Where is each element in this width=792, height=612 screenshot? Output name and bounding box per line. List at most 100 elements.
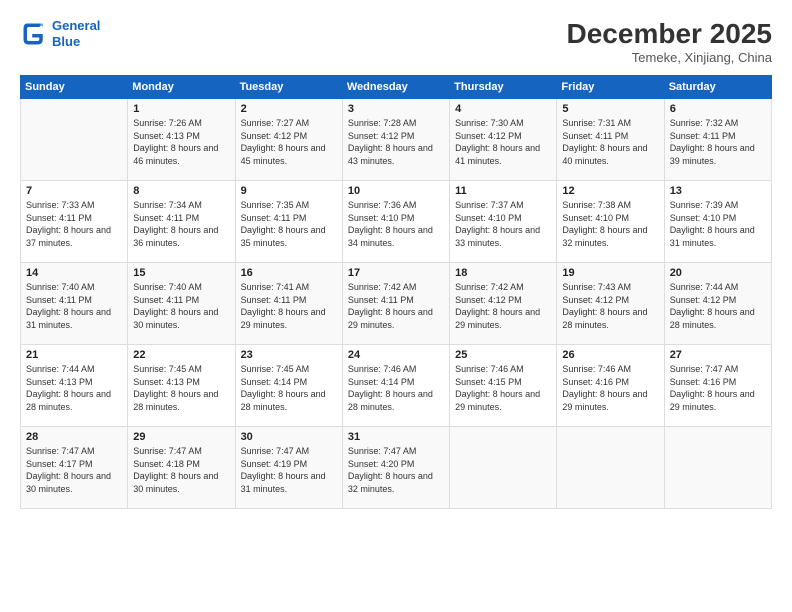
calendar-table: SundayMondayTuesdayWednesdayThursdayFrid… [20,75,772,509]
day-number: 8 [133,185,229,197]
day-number: 28 [26,431,122,443]
day-number: 17 [348,267,444,279]
day-info: Sunrise: 7:46 AMSunset: 4:16 PMDaylight:… [562,363,658,413]
day-number: 20 [670,267,766,279]
calendar-cell: 16Sunrise: 7:41 AMSunset: 4:11 PMDayligh… [235,263,342,345]
calendar-cell: 5Sunrise: 7:31 AMSunset: 4:11 PMDaylight… [557,99,664,181]
day-info: Sunrise: 7:27 AMSunset: 4:12 PMDaylight:… [241,117,337,167]
calendar-cell: 19 Sunrise: 7:43 AMSunset: 4:12 PMDayligh… [557,263,664,345]
calendar-cell: 30 Sunrise: 7:47 AMSunset: 4:19 PMDayligh… [235,427,342,509]
calendar-cell: 1 Sunrise: 7:26 AMSunset: 4:13 PMDaylight… [128,99,235,181]
page: General Blue December 2025 Temeke, Xinji… [0,0,792,612]
calendar-cell: 24 Sunrise: 7:46 AMSunset: 4:14 PMDayligh… [342,345,449,427]
day-number: 13 [670,185,766,197]
day-number: 4 [455,103,551,115]
day-number: 25 [455,349,551,361]
day-number: 29 [133,431,229,443]
day-number: 18 [455,267,551,279]
day-info: Sunrise: 7:43 AMSunset: 4:12 PMDaylight:… [562,281,658,331]
calendar-cell: 23Sunrise: 7:45 AMSunset: 4:14 PMDayligh… [235,345,342,427]
day-info: Sunrise: 7:45 AMSunset: 4:13 PMDaylight:… [133,363,229,413]
calendar-cell: 14Sunrise: 7:40 AMSunset: 4:11 PMDayligh… [21,263,128,345]
day-info: Sunrise: 7:35 AMSunset: 4:11 PMDaylight:… [241,199,337,249]
calendar-cell: 11 Sunrise: 7:37 AMSunset: 4:10 PMDayligh… [450,181,557,263]
day-info: Sunrise: 7:40 AMSunset: 4:11 PMDaylight:… [133,281,229,331]
calendar-cell: 27Sunrise: 7:47 AMSunset: 4:16 PMDayligh… [664,345,771,427]
day-info: Sunrise: 7:34 AMSunset: 4:11 PMDaylight:… [133,199,229,249]
day-info: Sunrise: 7:44 AMSunset: 4:13 PMDaylight:… [26,363,122,413]
calendar-cell: 29 Sunrise: 7:47 AMSunset: 4:18 PMDayligh… [128,427,235,509]
day-number: 16 [241,267,337,279]
logo-icon [20,20,48,48]
calendar-cell: 18 Sunrise: 7:42 AMSunset: 4:12 PMDayligh… [450,263,557,345]
weekday-header: Sunday [21,76,128,99]
day-number: 1 [133,103,229,115]
calendar-cell: 3 Sunrise: 7:28 AMSunset: 4:12 PMDaylight… [342,99,449,181]
day-info: Sunrise: 7:42 AMSunset: 4:12 PMDaylight:… [455,281,551,331]
calendar-row: 1 Sunrise: 7:26 AMSunset: 4:13 PMDaylight… [21,99,772,181]
calendar-cell [557,427,664,509]
calendar-cell: 15 Sunrise: 7:40 AMSunset: 4:11 PMDayligh… [128,263,235,345]
calendar-cell: 8 Sunrise: 7:34 AMSunset: 4:11 PMDaylight… [128,181,235,263]
calendar-cell: 21 Sunrise: 7:44 AMSunset: 4:13 PMDayligh… [21,345,128,427]
day-number: 11 [455,185,551,197]
day-info: Sunrise: 7:47 AMSunset: 4:19 PMDaylight:… [241,445,337,495]
calendar-cell: 12Sunrise: 7:38 AMSunset: 4:10 PMDayligh… [557,181,664,263]
calendar-cell: 25 Sunrise: 7:46 AMSunset: 4:15 PMDayligh… [450,345,557,427]
day-info: Sunrise: 7:28 AMSunset: 4:12 PMDaylight:… [348,117,444,167]
day-number: 15 [133,267,229,279]
day-number: 6 [670,103,766,115]
day-number: 26 [562,349,658,361]
day-info: Sunrise: 7:26 AMSunset: 4:13 PMDaylight:… [133,117,229,167]
calendar-cell: 6Sunrise: 7:32 AMSunset: 4:11 PMDaylight… [664,99,771,181]
day-info: Sunrise: 7:36 AMSunset: 4:10 PMDaylight:… [348,199,444,249]
calendar-cell: 9 Sunrise: 7:35 AMSunset: 4:11 PMDaylight… [235,181,342,263]
day-number: 7 [26,185,122,197]
weekday-header: Wednesday [342,76,449,99]
calendar-cell: 13Sunrise: 7:39 AMSunset: 4:10 PMDayligh… [664,181,771,263]
day-number: 9 [241,185,337,197]
calendar-cell: 31 Sunrise: 7:47 AMSunset: 4:20 PMDayligh… [342,427,449,509]
calendar-cell: 2Sunrise: 7:27 AMSunset: 4:12 PMDaylight… [235,99,342,181]
header-row: SundayMondayTuesdayWednesdayThursdayFrid… [21,76,772,99]
weekday-header: Thursday [450,76,557,99]
day-number: 31 [348,431,444,443]
day-number: 30 [241,431,337,443]
day-info: Sunrise: 7:42 AMSunset: 4:11 PMDaylight:… [348,281,444,331]
calendar-row: 28Sunrise: 7:47 AMSunset: 4:17 PMDayligh… [21,427,772,509]
calendar-cell: 22 Sunrise: 7:45 AMSunset: 4:13 PMDayligh… [128,345,235,427]
calendar-cell: 20 Sunrise: 7:44 AMSunset: 4:12 PMDayligh… [664,263,771,345]
calendar-row: 7 Sunrise: 7:33 AMSunset: 4:11 PMDaylight… [21,181,772,263]
logo: General Blue [20,18,100,49]
calendar-cell: 4 Sunrise: 7:30 AMSunset: 4:12 PMDaylight… [450,99,557,181]
title-block: December 2025 Temeke, Xinjiang, China [567,18,772,65]
day-number: 24 [348,349,444,361]
day-info: Sunrise: 7:44 AMSunset: 4:12 PMDaylight:… [670,281,766,331]
day-number: 3 [348,103,444,115]
day-info: Sunrise: 7:47 AMSunset: 4:20 PMDaylight:… [348,445,444,495]
weekday-header: Friday [557,76,664,99]
calendar-row: 21 Sunrise: 7:44 AMSunset: 4:13 PMDayligh… [21,345,772,427]
day-number: 21 [26,349,122,361]
day-info: Sunrise: 7:46 AMSunset: 4:15 PMDaylight:… [455,363,551,413]
day-number: 10 [348,185,444,197]
day-info: Sunrise: 7:38 AMSunset: 4:10 PMDaylight:… [562,199,658,249]
calendar-cell: 26 Sunrise: 7:46 AMSunset: 4:16 PMDayligh… [557,345,664,427]
weekday-header: Monday [128,76,235,99]
calendar-row: 14Sunrise: 7:40 AMSunset: 4:11 PMDayligh… [21,263,772,345]
calendar-cell: 17 Sunrise: 7:42 AMSunset: 4:11 PMDayligh… [342,263,449,345]
calendar-cell [450,427,557,509]
day-info: Sunrise: 7:46 AMSunset: 4:14 PMDaylight:… [348,363,444,413]
calendar-cell: 7 Sunrise: 7:33 AMSunset: 4:11 PMDaylight… [21,181,128,263]
day-number: 27 [670,349,766,361]
day-info: Sunrise: 7:37 AMSunset: 4:10 PMDaylight:… [455,199,551,249]
day-number: 19 [562,267,658,279]
logo-text: General Blue [52,18,100,49]
day-number: 22 [133,349,229,361]
day-info: Sunrise: 7:45 AMSunset: 4:14 PMDaylight:… [241,363,337,413]
day-info: Sunrise: 7:47 AMSunset: 4:18 PMDaylight:… [133,445,229,495]
month-title: December 2025 [567,18,772,50]
day-info: Sunrise: 7:33 AMSunset: 4:11 PMDaylight:… [26,199,122,249]
location-subtitle: Temeke, Xinjiang, China [567,50,772,65]
day-info: Sunrise: 7:30 AMSunset: 4:12 PMDaylight:… [455,117,551,167]
